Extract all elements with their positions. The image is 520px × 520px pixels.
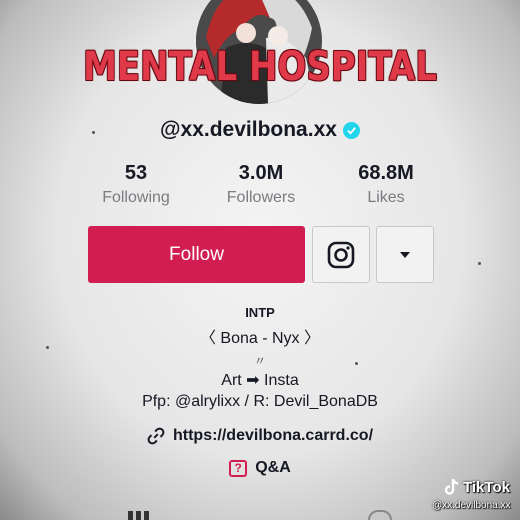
stat-following[interactable]: 53 Following xyxy=(76,162,196,207)
link-icon xyxy=(147,427,165,445)
follow-button[interactable]: Follow xyxy=(88,226,305,283)
caret-down-icon xyxy=(400,251,410,258)
profile-link[interactable]: https://devilbona.carrd.co/ xyxy=(0,427,520,445)
bio-line: Pfp: @alrylixx / R: Devil_BonaDB xyxy=(142,393,378,410)
bio-line: 〃 xyxy=(253,354,266,368)
more-dropdown-button[interactable] xyxy=(376,226,434,283)
bio-line: 〈 Bona - Nyx 〉 xyxy=(199,330,321,347)
stat-label: Following xyxy=(102,189,170,206)
instagram-button[interactable] xyxy=(312,226,370,283)
videos-grid-icon[interactable] xyxy=(128,511,150,520)
stat-value: 68.8M xyxy=(358,162,414,184)
username-row: @xx.devilbona.xx xyxy=(0,118,520,142)
stat-label: Likes xyxy=(367,189,405,206)
tiktok-note-icon xyxy=(444,478,459,495)
instagram-icon xyxy=(327,241,355,268)
link-url[interactable]: https://devilbona.carrd.co/ xyxy=(173,427,373,445)
stat-label: Followers xyxy=(226,189,296,206)
dust-speck xyxy=(92,131,95,134)
qa-label: Q&A xyxy=(255,459,291,476)
profile-stats: 53 Following 3.0M Followers 68.8M Likes xyxy=(76,162,446,207)
bio-type: INTP xyxy=(245,305,275,320)
tiktok-watermark: TikTok xyxy=(444,478,510,496)
watermark-handle: @xx.devilbona.xx xyxy=(432,500,511,511)
question-icon: ? xyxy=(229,459,248,477)
stat-followers[interactable]: 3.0M Followers xyxy=(201,162,321,207)
stat-value: 3.0M xyxy=(238,162,284,184)
overlay-title: MENTAL HOSPITAL xyxy=(83,44,437,90)
dust-speck xyxy=(46,346,49,349)
dust-speck xyxy=(478,262,481,265)
qa-button[interactable]: ? Q&A xyxy=(0,459,520,477)
username: @xx.devilbona.xx xyxy=(160,118,337,141)
verified-badge-icon xyxy=(342,121,360,139)
stat-likes[interactable]: 68.8M Likes xyxy=(326,162,446,207)
dust-speck xyxy=(355,362,358,365)
liked-heart-icon[interactable] xyxy=(368,510,392,520)
bio-line: Art ➡ Insta xyxy=(221,372,299,389)
stat-value: 53 xyxy=(124,162,148,184)
tiktok-brand: TikTok xyxy=(463,478,510,496)
